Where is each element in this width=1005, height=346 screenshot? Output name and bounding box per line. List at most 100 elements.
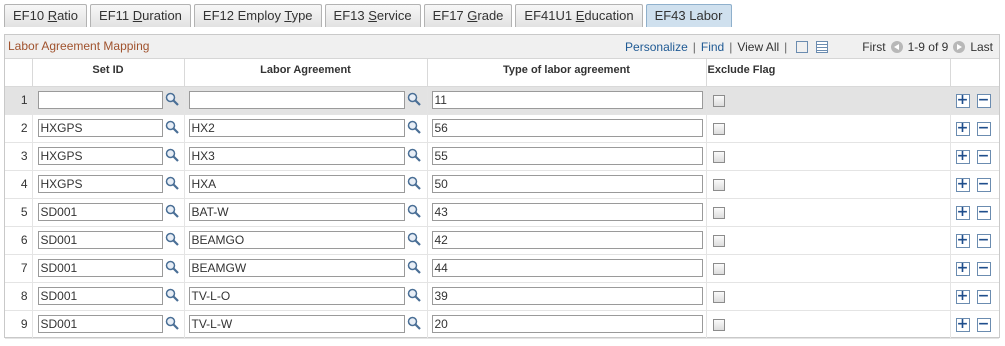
mapping-table: Set ID Labor Agreement Type of labor agr… <box>5 59 999 339</box>
tab-ef12-employ-type[interactable]: EF12 Employ Type <box>193 4 322 27</box>
labor-agreement-lookup-icon[interactable] <box>407 120 421 134</box>
labor-agreement-lookup-icon[interactable] <box>407 316 421 330</box>
add-row-button[interactable]: + <box>955 317 970 332</box>
type-of-labor-agreement-input[interactable]: 42 <box>431 230 703 249</box>
type-of-labor-agreement-input[interactable]: 43 <box>431 202 703 221</box>
set-id-lookup-icon[interactable] <box>165 176 179 190</box>
delete-row-button[interactable]: − <box>976 121 991 136</box>
table-row: 3 HXGPS HX3 55 + − <box>5 142 999 171</box>
set-id-lookup-icon[interactable] <box>165 260 179 274</box>
row-actions-cell: + − <box>950 226 999 255</box>
labor-agreement-lookup-icon[interactable] <box>407 232 421 246</box>
personalize-link[interactable]: Personalize <box>625 40 688 54</box>
exclude-flag-checkbox[interactable] <box>712 122 725 135</box>
labor-agreement-input[interactable] <box>188 90 405 109</box>
labor-agreement-lookup-icon[interactable] <box>407 148 421 162</box>
set-id-input[interactable]: SD001 <box>37 314 163 333</box>
set-id-lookup-icon[interactable] <box>165 120 179 134</box>
type-of-labor-agreement-input[interactable]: 56 <box>431 118 703 137</box>
set-id-input[interactable]: SD001 <box>37 202 163 221</box>
new-window-icon[interactable] <box>796 41 809 53</box>
grid-title: Labor Agreement Mapping <box>8 39 150 53</box>
add-row-button[interactable]: + <box>955 93 970 108</box>
set-id-lookup-icon[interactable] <box>165 316 179 330</box>
row-number: 3 <box>5 142 33 171</box>
set-id-lookup-icon[interactable] <box>165 288 179 302</box>
labor-agreement-input[interactable]: TV-L-O <box>188 286 405 305</box>
add-row-button[interactable]: + <box>955 233 970 248</box>
exclude-flag-cell <box>706 170 951 199</box>
tab-ef10-ratio[interactable]: EF10 Ratio <box>4 4 88 27</box>
previous-icon[interactable] <box>890 41 903 53</box>
row-actions-cell: + − <box>950 198 999 227</box>
delete-row-button[interactable]: − <box>976 93 991 108</box>
labor-agreement-lookup-icon[interactable] <box>407 204 421 218</box>
add-row-button[interactable]: + <box>955 177 970 192</box>
set-id-input[interactable]: HXGPS <box>37 118 163 137</box>
exclude-flag-checkbox[interactable] <box>712 178 725 191</box>
set-id-cell: SD001 <box>32 310 185 339</box>
labor-agreement-input[interactable]: BAT-W <box>188 202 405 221</box>
set-id-input[interactable]: HXGPS <box>37 174 163 193</box>
labor-agreement-input[interactable]: HX2 <box>188 118 405 137</box>
find-link[interactable]: Find <box>701 40 724 54</box>
set-id-lookup-icon[interactable] <box>165 204 179 218</box>
add-row-button[interactable]: + <box>955 149 970 164</box>
labor-agreement-input[interactable]: TV-L-W <box>188 314 405 333</box>
exclude-flag-checkbox[interactable] <box>712 262 725 275</box>
delete-row-button[interactable]: − <box>976 317 991 332</box>
tab-ef43-labor[interactable]: EF43 Labor <box>645 4 732 27</box>
add-row-button[interactable]: + <box>955 261 970 276</box>
tab-ef41u1-education[interactable]: EF41U1 Education <box>515 4 643 27</box>
labor-agreement-input[interactable]: BEAMGW <box>188 258 405 277</box>
exclude-flag-checkbox[interactable] <box>712 206 725 219</box>
add-row-button[interactable]: + <box>955 205 970 220</box>
exclude-flag-checkbox[interactable] <box>712 290 725 303</box>
exclude-flag-checkbox[interactable] <box>712 318 725 331</box>
labor-agreement-lookup-icon[interactable] <box>407 92 421 106</box>
download-grid-icon[interactable] <box>816 41 829 53</box>
next-icon[interactable] <box>953 41 966 53</box>
set-id-input[interactable] <box>37 90 163 109</box>
set-id-input[interactable]: HXGPS <box>37 146 163 165</box>
labor-agreement-input[interactable]: BEAMGO <box>188 230 405 249</box>
exclude-flag-checkbox[interactable] <box>712 234 725 247</box>
set-id-input[interactable]: SD001 <box>37 286 163 305</box>
delete-row-button[interactable]: − <box>976 261 991 276</box>
delete-row-button[interactable]: − <box>976 177 991 192</box>
set-id-lookup-icon[interactable] <box>165 232 179 246</box>
add-row-button[interactable]: + <box>955 289 970 304</box>
view-all-link[interactable]: View All <box>737 40 779 54</box>
labor-agreement-input[interactable]: HXA <box>188 174 405 193</box>
table-row: 9 SD001 TV-L-W 20 + − <box>5 310 999 339</box>
add-row-button[interactable]: + <box>955 121 970 136</box>
set-id-cell: HXGPS <box>32 142 185 171</box>
type-of-labor-agreement-input[interactable]: 44 <box>431 258 703 277</box>
labor-agreement-cell: HX3 <box>184 142 428 171</box>
tab-ef17-grade[interactable]: EF17 Grade <box>423 4 513 27</box>
labor-agreement-lookup-icon[interactable] <box>407 176 421 190</box>
labor-agreement-lookup-icon[interactable] <box>407 260 421 274</box>
labor-agreement-input[interactable]: HX3 <box>188 146 405 165</box>
tab-ef11-duration[interactable]: EF11 Duration <box>90 4 191 27</box>
set-id-input[interactable]: SD001 <box>37 258 163 277</box>
delete-row-button[interactable]: − <box>976 289 991 304</box>
set-id-input[interactable]: SD001 <box>37 230 163 249</box>
labor-agreement-lookup-icon[interactable] <box>407 288 421 302</box>
type-of-labor-agreement-input[interactable]: 55 <box>431 146 703 165</box>
delete-row-button[interactable]: − <box>976 205 991 220</box>
type-of-labor-agreement-cell: 20 <box>427 310 707 339</box>
delete-row-button[interactable]: − <box>976 149 991 164</box>
type-of-labor-agreement-input[interactable]: 20 <box>431 314 703 333</box>
set-id-lookup-icon[interactable] <box>165 148 179 162</box>
exclude-flag-checkbox[interactable] <box>712 94 725 107</box>
row-actions-cell: + − <box>950 254 999 283</box>
type-of-labor-agreement-input[interactable]: 11 <box>431 90 703 109</box>
tab-ef13-service[interactable]: EF13 Service <box>324 4 421 27</box>
set-id-lookup-icon[interactable] <box>165 92 179 106</box>
exclude-flag-checkbox[interactable] <box>712 150 725 163</box>
table-row: 6 SD001 BEAMGO 42 + − <box>5 226 999 255</box>
type-of-labor-agreement-input[interactable]: 39 <box>431 286 703 305</box>
type-of-labor-agreement-input[interactable]: 50 <box>431 174 703 193</box>
delete-row-button[interactable]: − <box>976 233 991 248</box>
